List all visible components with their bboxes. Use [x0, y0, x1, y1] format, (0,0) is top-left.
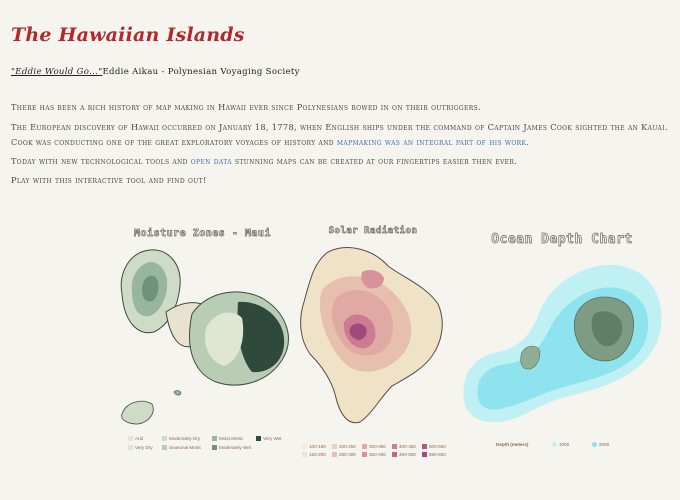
legend-swatch: [362, 452, 367, 458]
kahoolawe-shape: [121, 400, 154, 425]
legend-swatch: [162, 436, 167, 442]
legend-label: 200-250: [339, 444, 356, 449]
legend-swatch: [212, 445, 217, 451]
legend-label: Moderately Wet: [219, 445, 252, 450]
history-paragraph: The European discovery of Hawaii occurre…: [11, 120, 674, 150]
solar-legend: 100-150 150-200 200-250 250-300 300-350 …: [302, 444, 452, 460]
legend-label: 100-150: [309, 444, 326, 449]
legend-label: 550-600: [429, 452, 446, 457]
legend-item: 2000: [592, 442, 610, 448]
legend-label: 1000: [559, 442, 570, 447]
legend-label: Very Wet: [263, 436, 282, 441]
legend-swatch: [256, 436, 261, 442]
legend-label: 350-400: [369, 452, 386, 457]
legend-label: Moderately Dry: [169, 436, 201, 441]
legend-label: 2000: [599, 442, 610, 447]
moisture-legend: Arid Very Dry Moderately Dry Seasonal Me…: [128, 436, 298, 456]
legend-item: 350-400: [362, 452, 386, 458]
legend-swatch: [302, 452, 307, 458]
legend-item: 100-150: [302, 444, 326, 450]
legend-item: 1000: [552, 442, 570, 448]
legend-swatch: [332, 444, 337, 450]
history-text-end: .: [526, 137, 530, 147]
legend-label: 300-350: [369, 444, 386, 449]
legend-swatch: [422, 444, 427, 450]
legend-label: 250-300: [339, 452, 356, 457]
legend-item: Very Wet: [256, 436, 282, 442]
quote-line: "Eddie Would Go..."Eddie Aikau - Polynes…: [11, 67, 300, 77]
legend-item: 250-300: [332, 452, 356, 458]
tools-text-end: stunning maps can be created at our fing…: [231, 156, 518, 166]
mapmaking-link[interactable]: mapmaking was an integral part of his wo…: [337, 137, 526, 147]
legend-swatch: [332, 452, 337, 458]
legend-label: Moist Mesic: [219, 436, 244, 441]
ocean-map-panel[interactable]: Ocean Depth Chart Depth (meters) 1000 20…: [458, 222, 666, 462]
legend-item: Very Dry: [128, 445, 153, 451]
legend-swatch: [362, 444, 367, 450]
legend-label: 500-550: [429, 444, 446, 449]
legend-swatch: [422, 452, 427, 458]
legend-item: 450-500: [392, 452, 416, 458]
legend-label: Seasonal Mesic: [169, 445, 202, 450]
legend-item: Moderately Dry: [162, 436, 201, 442]
legend-swatch: [128, 445, 133, 451]
legend-title: Depth (meters): [496, 442, 529, 447]
legend-label: 450-500: [399, 452, 416, 457]
ocean-legend: Depth (meters) 1000 2000: [496, 442, 656, 452]
legend-swatch: [302, 444, 307, 450]
moisture-map-title: Moisture Zones - Maui: [134, 228, 271, 240]
legend-item: Moderately Wet: [212, 445, 252, 451]
moisture-map-panel[interactable]: Moisture Zones - Maui Arid Very Dry Mode…: [110, 222, 295, 462]
legend-item: 150-200: [302, 452, 326, 458]
legend-label: Very Dry: [135, 445, 153, 450]
legend-label: Arid: [135, 436, 144, 441]
legend-item: 550-600: [422, 452, 446, 458]
page-title: The Hawaiian Islands: [11, 24, 245, 46]
call-to-action: Play with this interactive tool and find…: [11, 175, 207, 185]
legend-item: 400-450: [392, 444, 416, 450]
legend-swatch: [392, 444, 397, 450]
tools-paragraph: Today with new technological tools and o…: [11, 154, 674, 169]
legend-item: Seasonal Mesic: [162, 445, 202, 451]
big-island-solar-map[interactable]: [292, 238, 454, 438]
ocean-depth-map[interactable]: [458, 252, 666, 432]
open-data-link[interactable]: open data: [191, 156, 232, 166]
molokini-shape: [173, 390, 182, 396]
ocean-map-title: Ocean Depth Chart: [491, 232, 633, 248]
legend-label: 400-450: [399, 444, 416, 449]
legend-swatch: [212, 436, 217, 442]
maui-moisture-map[interactable]: [110, 242, 295, 442]
legend-swatch: [128, 436, 133, 442]
solar-map-title: Solar Radiation: [328, 226, 418, 237]
legend-swatch: [552, 442, 557, 448]
legend-swatch: [392, 452, 397, 458]
legend-item: Arid: [128, 436, 144, 442]
legend-item: Moist Mesic: [212, 436, 244, 442]
legend-swatch: [592, 442, 597, 448]
legend-item: 500-550: [422, 444, 446, 450]
legend-item: 300-350: [362, 444, 386, 450]
solar-map-panel[interactable]: Solar Radiation 100-150 150-200 200-250 …: [292, 222, 454, 462]
intro-paragraph: There has been a rich history of map mak…: [11, 102, 481, 112]
legend-item: 200-250: [332, 444, 356, 450]
quote-attribution: Eddie Aikau - Polynesian Voyaging Societ…: [102, 67, 300, 77]
quote-link[interactable]: "Eddie Would Go...": [11, 67, 102, 77]
tools-text-start: Today with new technological tools and: [11, 156, 191, 166]
legend-label: 150-200: [309, 452, 326, 457]
legend-swatch: [162, 445, 167, 451]
